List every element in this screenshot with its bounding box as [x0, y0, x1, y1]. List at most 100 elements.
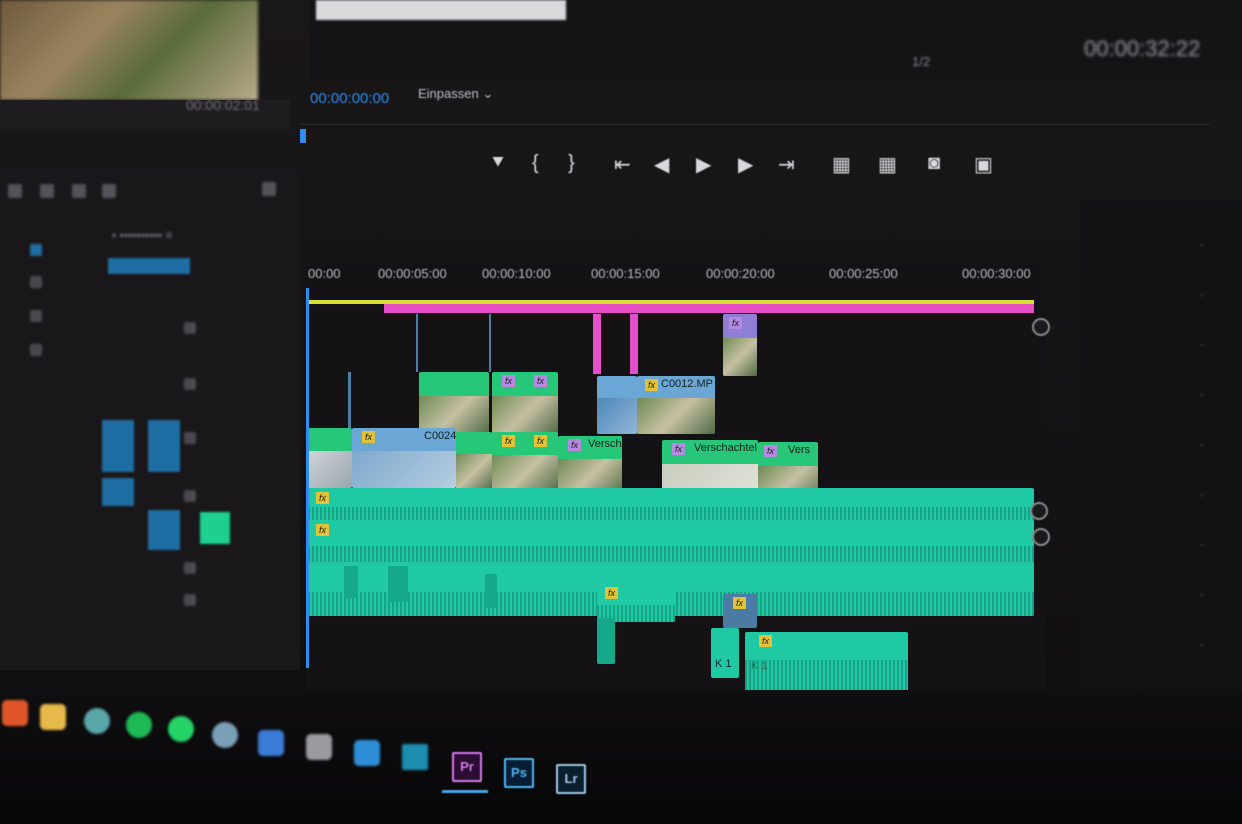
tool-icon[interactable] [72, 184, 86, 198]
timeline-options-bar[interactable] [108, 258, 190, 274]
track-target-v1[interactable] [102, 420, 134, 472]
scrubber-playhead[interactable] [300, 129, 306, 143]
folder-icon[interactable] [40, 704, 66, 730]
active-app-indicator [442, 790, 488, 793]
tool-icon[interactable] [30, 344, 42, 356]
video-clip[interactable] [456, 432, 492, 490]
nested-clip[interactable]: fx Versche [558, 436, 622, 496]
audio-clip[interactable]: fx [308, 488, 1034, 522]
add-icon[interactable] [262, 182, 276, 196]
adjustment-clip[interactable] [630, 314, 638, 374]
step-forward-icon[interactable]: ▶ [738, 152, 753, 177]
app-icon[interactable] [354, 740, 380, 766]
mute-icon[interactable] [184, 490, 196, 502]
scroll-handle-icon[interactable] [1032, 528, 1050, 546]
audio-clip[interactable]: K 1 [711, 628, 739, 678]
app-icon[interactable] [402, 744, 428, 770]
clip-label: C0012.MP [661, 378, 713, 390]
export-frame-icon[interactable]: ◙ [928, 152, 940, 175]
app-icon[interactable] [212, 722, 238, 748]
app-icon[interactable] [306, 734, 332, 760]
video-clip[interactable] [419, 372, 489, 434]
track-mute-toggle[interactable] [200, 512, 230, 544]
tool-icon[interactable] [40, 184, 54, 198]
go-to-in-icon[interactable]: ⇤ [614, 152, 631, 177]
mark-out-icon[interactable]: } [568, 152, 575, 175]
sequence-tab[interactable]: ▪ ▪▪▪▪▪▪▪▪▪▪ ≡ [112, 228, 172, 242]
video-clip[interactable]: fx fx [492, 432, 558, 492]
photoshop-icon[interactable]: Ps [504, 758, 534, 788]
eye-icon[interactable] [184, 322, 196, 334]
edit-line [416, 314, 418, 372]
track-source-a1[interactable] [148, 510, 180, 550]
step-back-icon[interactable]: ◀ [654, 152, 669, 177]
ruler-label: 00:00:10:00 [482, 266, 551, 281]
tool-icon[interactable] [102, 184, 116, 198]
track-target-a1[interactable] [102, 478, 134, 506]
timeline-playhead[interactable] [306, 288, 309, 668]
compare-view-icon[interactable]: ▣ [974, 152, 993, 177]
whatsapp-icon[interactable] [168, 716, 194, 742]
program-timecode[interactable]: 00:00:00:00 [310, 90, 389, 107]
scroll-handle-icon[interactable] [1032, 318, 1050, 336]
select-tool-icon[interactable] [30, 244, 42, 256]
video-clip[interactable]: fx fx [492, 372, 558, 434]
fx-badge: fx [672, 443, 685, 455]
fx-badge: fx [316, 524, 329, 536]
fx-badge: fx [764, 445, 777, 457]
fx-badge: fx [645, 379, 658, 391]
add-marker-icon[interactable]: ⯆ [490, 152, 506, 175]
fx-badge: fx [605, 587, 618, 599]
source-preview [0, 0, 258, 100]
mute-icon[interactable] [184, 562, 196, 574]
eye-icon[interactable] [184, 432, 196, 444]
audio-clip[interactable] [388, 566, 408, 602]
tool-icon[interactable] [30, 310, 42, 322]
mark-in-icon[interactable]: { [532, 152, 539, 175]
premiere-icon[interactable]: Pr [452, 752, 482, 782]
tool-icon[interactable] [30, 276, 42, 288]
ruler-label: 00:00:05:00 [378, 266, 447, 281]
track-source-v1[interactable] [148, 420, 180, 472]
audio-clip[interactable]: fx [308, 520, 1034, 568]
transport-controls: ⯆ { } ⇤ ◀ ▶ ▶ ⇥ ▦ ▦ ◙ ▣ [480, 152, 1020, 184]
resolution-select[interactable]: 1/2 [912, 54, 930, 69]
video-clip[interactable]: fx [723, 314, 757, 376]
audio-clip[interactable] [485, 574, 497, 608]
fx-badge: fx [316, 492, 329, 504]
source-timecode: 00:00:02:01 [186, 97, 260, 113]
video-clip[interactable] [308, 428, 352, 488]
program-duration: 00:00:32:22 [1084, 36, 1201, 61]
tool-icon[interactable] [8, 184, 22, 198]
meter-tick: - [1200, 390, 1204, 401]
video-clip-c0012[interactable]: fx C0012.MP [637, 376, 715, 434]
zoom-fit-select[interactable]: Einpassen ⌄ [418, 86, 493, 102]
play-icon[interactable]: ▶ [696, 152, 711, 177]
spotify-icon[interactable] [126, 712, 152, 738]
audio-clip[interactable] [344, 566, 358, 598]
go-to-out-icon[interactable]: ⇥ [778, 152, 795, 177]
adjustment-clip[interactable] [593, 314, 601, 374]
audio-clip[interactable]: fxK 1 [745, 632, 908, 694]
fx-badge: fx [729, 317, 742, 329]
audio-clip[interactable]: fx [597, 584, 675, 622]
overwrite-icon[interactable]: ▦ [878, 152, 897, 177]
insert-icon[interactable]: ▦ [832, 152, 851, 177]
audio-meter-panel [1080, 200, 1242, 760]
ruler-label: 00:00:15:00 [591, 266, 660, 281]
video-clip-c0024[interactable]: fx C0024 [352, 428, 456, 488]
app-icon[interactable] [84, 708, 110, 734]
fx-badge: fx [362, 431, 375, 443]
lightroom-icon[interactable]: Lr [556, 764, 586, 794]
audio-clip[interactable]: fx [723, 594, 757, 628]
video-clip[interactable] [597, 376, 637, 434]
program-scrubber[interactable] [300, 124, 1210, 147]
audio-clip[interactable] [597, 618, 615, 664]
mute-icon[interactable] [184, 594, 196, 606]
render-bar [384, 304, 1034, 313]
eye-icon[interactable] [184, 378, 196, 390]
app-icon[interactable] [258, 730, 284, 756]
scroll-handle-icon[interactable] [1030, 502, 1048, 520]
browser-icon[interactable] [2, 700, 28, 726]
audio-clip-label: K 1 [715, 658, 732, 670]
